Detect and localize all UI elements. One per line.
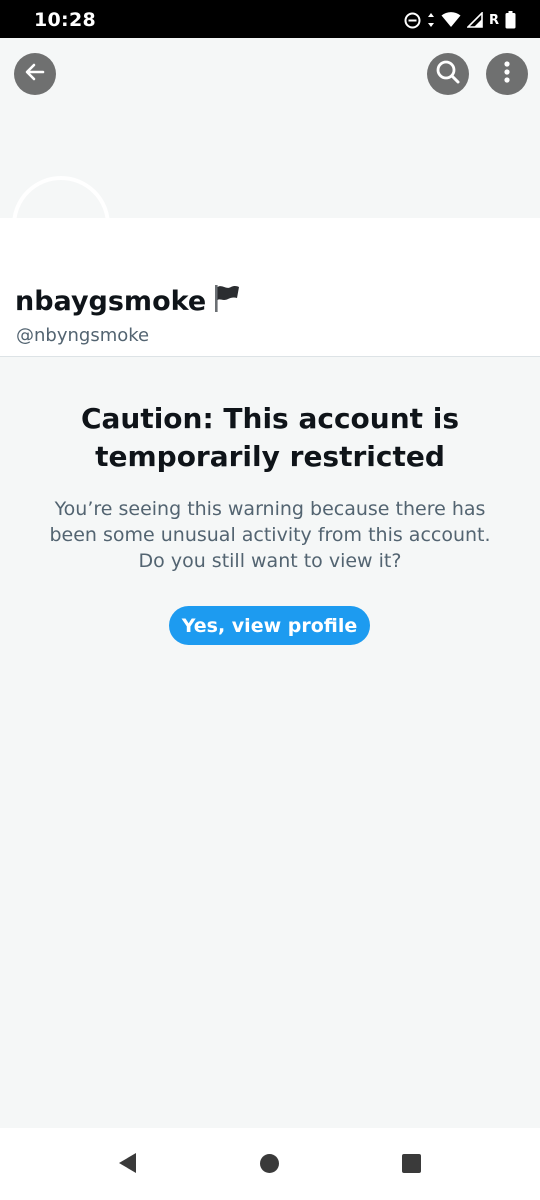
display-name: nbaygsmoke — [15, 282, 242, 321]
status-bar: 10:28 R — [0, 0, 540, 38]
black-flag-icon — [210, 282, 242, 321]
system-nav-bar — [0, 1128, 540, 1200]
warning-body: You’re seeing this warning because there… — [49, 498, 491, 572]
search-button[interactable] — [427, 53, 469, 95]
wifi-icon — [441, 12, 461, 28]
nav-recents-icon[interactable] — [402, 1154, 421, 1173]
nav-home-icon[interactable] — [260, 1154, 279, 1173]
status-time: 10:28 — [34, 9, 96, 31]
data-arrows-icon — [427, 12, 435, 28]
back-button[interactable] — [14, 53, 56, 95]
status-icons: R — [404, 10, 516, 30]
view-profile-button[interactable]: Yes, view profile — [169, 606, 370, 645]
arrow-left-icon — [23, 60, 47, 89]
search-icon — [435, 59, 461, 90]
user-handle: @nbyngsmoke — [16, 325, 150, 346]
roaming-label: R — [488, 12, 499, 28]
do-not-disturb-icon — [404, 12, 421, 29]
display-name-text: nbaygsmoke — [15, 286, 207, 317]
warning-title: Caution: This account is temporarily res… — [80, 402, 460, 473]
more-options-button[interactable] — [486, 53, 528, 95]
signal-icon — [466, 12, 483, 28]
nav-back-icon[interactable] — [118, 1152, 138, 1179]
more-vertical-icon — [503, 60, 511, 89]
battery-icon — [505, 11, 516, 29]
